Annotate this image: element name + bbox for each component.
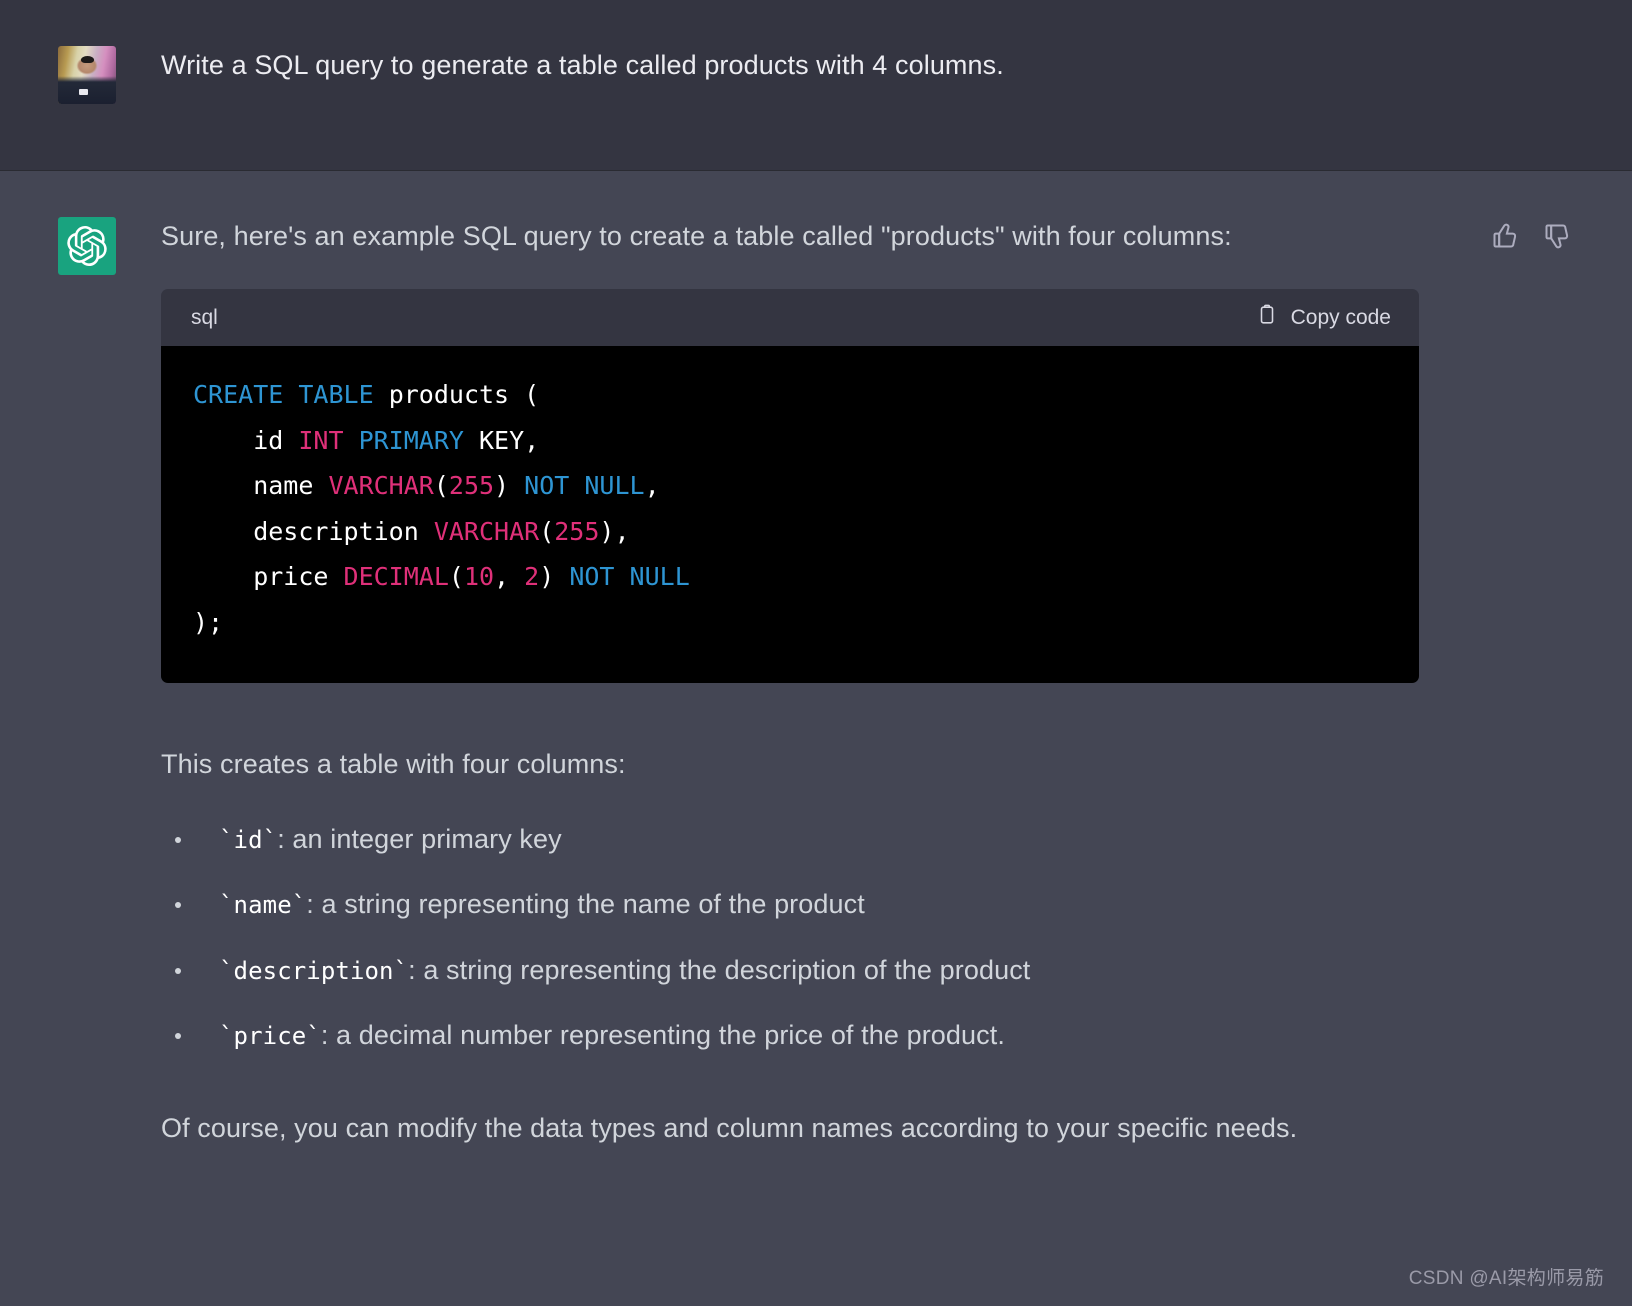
inline-code: `description` — [219, 956, 409, 985]
code-token: ) — [494, 471, 525, 501]
code-token: NOT — [569, 562, 615, 592]
thumbs-up-button[interactable] — [1490, 223, 1520, 253]
column-list-item: `price`: a decimal number representing t… — [161, 1016, 1572, 1055]
watermark: CSDN @AI架构师易筋 — [1408, 1268, 1604, 1289]
code-token: id — [193, 425, 299, 455]
assistant-intro-row: Sure, here's an example SQL query to cre… — [161, 171, 1572, 256]
code-token: ( — [539, 516, 555, 546]
inline-code: `id` — [219, 826, 278, 855]
code-content[interactable]: CREATE TABLE products ( id INT PRIMARY K… — [161, 346, 1419, 684]
chat-page: Write a SQL query to generate a table ca… — [0, 0, 1632, 1306]
user-message-text: Write a SQL query to generate a table ca… — [161, 50, 1004, 80]
column-list: `id`: an integer primary key `name`: a st… — [161, 820, 1572, 1055]
column-list-item-text: : a decimal number representing the pric… — [320, 1019, 1005, 1050]
assistant-avatar — [58, 217, 116, 275]
thumbs-down-button[interactable] — [1542, 223, 1572, 253]
code-line: id INT PRIMARY KEY, — [193, 426, 539, 455]
column-list-item-text: : an integer primary key — [277, 824, 562, 855]
assistant-turn-row: Sure, here's an example SQL query to cre… — [0, 171, 1632, 1148]
column-list-item: `name`: a string representing the name o… — [161, 885, 1572, 924]
code-block: sql Copy code CREATE TABLE products (id… — [161, 289, 1419, 684]
feedback-buttons — [1462, 217, 1572, 253]
user-avatar — [58, 46, 116, 104]
assistant-intro-text: Sure, here's an example SQL query to cre… — [161, 221, 1232, 251]
code-token: 255 — [554, 516, 600, 546]
copy-code-button[interactable]: Copy code — [1256, 303, 1391, 333]
copy-code-label: Copy code — [1290, 305, 1391, 329]
code-token: ) — [539, 562, 570, 592]
code-token: VARCHAR — [328, 471, 434, 501]
closing-text: Of course, you can modify the data types… — [161, 1112, 1298, 1143]
inline-code: `name` — [219, 891, 307, 920]
code-token: NULL — [584, 471, 645, 501]
user-turn-row: Write a SQL query to generate a table ca… — [0, 0, 1632, 104]
column-list-item-text: : a string representing the description … — [408, 954, 1031, 985]
assistant-message-body: Sure, here's an example SQL query to cre… — [116, 171, 1632, 1148]
clipboard-icon — [1256, 303, 1278, 333]
assistant-turn: Sure, here's an example SQL query to cre… — [0, 171, 1632, 1306]
code-token: 2 — [524, 562, 540, 592]
code-token: NOT — [524, 471, 570, 501]
code-token: ), — [599, 516, 630, 546]
code-token: description — [193, 516, 434, 546]
code-token: products ( — [373, 380, 540, 410]
code-token: name — [193, 471, 329, 501]
code-token: KEY, — [463, 425, 540, 455]
column-list-item-text: : a string representing the name of the … — [306, 889, 865, 920]
code-token: INT — [298, 425, 344, 455]
user-message-body: Write a SQL query to generate a table ca… — [116, 0, 1632, 85]
code-token: CREATE — [193, 380, 284, 410]
code-line: CREATE TABLE products ( — [193, 380, 539, 409]
code-line: ); — [193, 608, 223, 637]
code-line: name VARCHAR(255) NOT NULL, — [193, 471, 660, 501]
openai-logo-icon — [67, 226, 107, 266]
user-turn: Write a SQL query to generate a table ca… — [0, 0, 1632, 171]
thumb-down-icon — [1543, 222, 1571, 255]
code-token: ); — [193, 607, 224, 637]
code-token: ( — [448, 562, 464, 592]
code-token: ( — [433, 471, 449, 501]
column-list-item: `description`: a string representing the… — [161, 951, 1572, 990]
code-token: 255 — [448, 471, 495, 501]
code-token: 10 — [463, 562, 495, 592]
thumb-up-icon — [1491, 222, 1519, 255]
code-language-label: sql — [191, 305, 218, 329]
code-block-header: sql Copy code — [161, 289, 1419, 347]
code-token: , — [644, 471, 660, 501]
user-photo-avatar — [58, 46, 116, 104]
code-token: , — [494, 562, 525, 592]
code-token: TABLE — [298, 380, 374, 410]
explanation-lead-text: This creates a table with four columns: — [161, 749, 626, 780]
code-line: price DECIMAL(10, 2) NOT NULL — [193, 562, 690, 591]
code-token: NULL — [629, 562, 690, 592]
code-token: DECIMAL — [343, 562, 449, 592]
code-token: PRIMARY — [358, 425, 464, 455]
code-token: price — [193, 562, 344, 592]
code-token: VARCHAR — [433, 516, 540, 546]
inline-code: `price` — [219, 1021, 321, 1050]
code-line: description VARCHAR(255), — [193, 516, 630, 546]
column-list-item: `id`: an integer primary key — [161, 820, 1572, 859]
